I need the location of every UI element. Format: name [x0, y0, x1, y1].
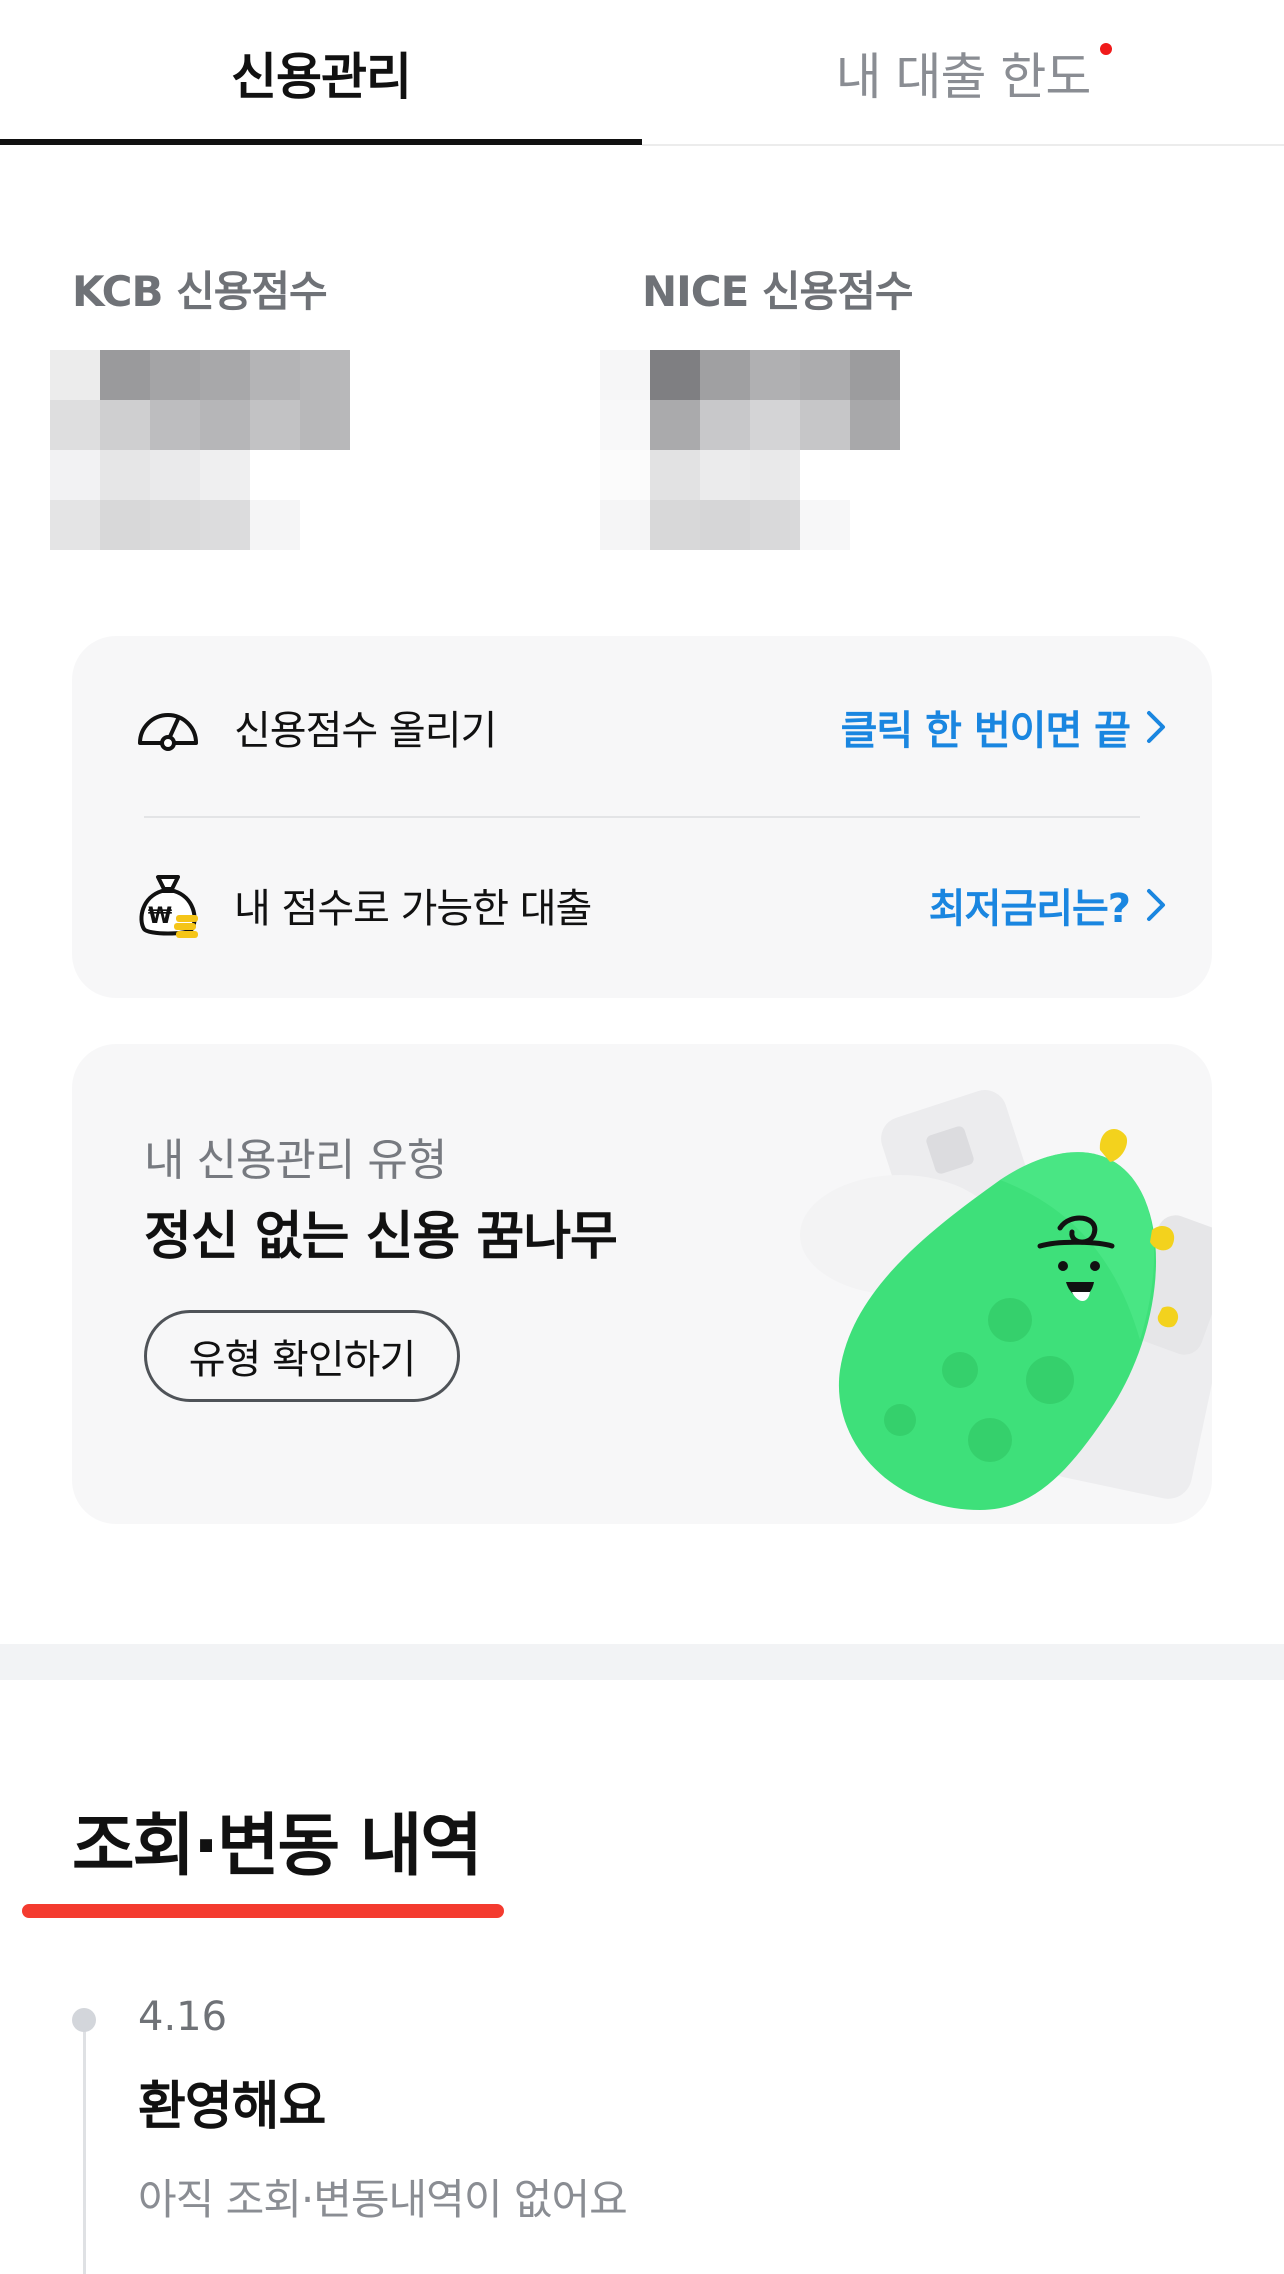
menu-item-link[interactable]: 클릭 한 번이면 끝: [841, 698, 1131, 756]
speedometer-icon: [138, 713, 198, 751]
menu-item-available-loans[interactable]: ₩ 내 점수로 가능한 대출 최저금리는?: [72, 820, 1212, 990]
top-tab-bar: 신용관리 내 대출 한도: [0, 0, 1284, 146]
chevron-right-icon: [1147, 711, 1165, 743]
credit-type-card: 내 신용관리 유형 정신 없는 신용 꿈나무 유형 확인하기: [72, 1044, 1212, 1524]
timeline-line: [83, 2024, 86, 2274]
svg-text:₩: ₩: [148, 904, 172, 929]
section-separator: [0, 1644, 1284, 1680]
menu-item-link[interactable]: 최저금리는?: [929, 876, 1131, 934]
active-tab-indicator: [0, 139, 642, 145]
credit-menu-card: 신용점수 올리기 클릭 한 번이면 끝 ₩ 내 점수로 가능한 대출 최저금리는…: [72, 636, 1212, 998]
tab-credit-management[interactable]: 신용관리: [0, 0, 642, 146]
credit-type-subtitle: 내 신용관리 유형: [144, 1135, 447, 1186]
notification-dot: [1100, 43, 1112, 55]
history-title-underline: [22, 1904, 504, 1918]
nice-score-label: NICE 신용점수: [642, 267, 913, 316]
check-type-button[interactable]: 유형 확인하기: [144, 1310, 460, 1402]
tab-divider: [642, 144, 1284, 146]
chevron-right-icon: [1147, 889, 1165, 921]
money-bag-icon: ₩: [139, 875, 198, 938]
kcb-score-label: KCB 신용점수: [72, 267, 328, 316]
mascot-illustration: [800, 1090, 1212, 1510]
menu-item-raise-score[interactable]: 신용점수 올리기 클릭 한 번이면 끝: [72, 642, 1212, 812]
history-entry-description: 아직 조회·변동내역이 없어요: [138, 2175, 628, 2224]
tab-my-loan-limit[interactable]: 내 대출 한도: [642, 0, 1284, 146]
history-entry-title: 환영해요: [138, 2077, 326, 2137]
menu-item-label: 내 점수로 가능한 대출: [234, 886, 592, 932]
credit-type-title: 정신 없는 신용 꿈나무: [144, 1207, 618, 1267]
history-section-title: 조회·변동 내역: [72, 1807, 483, 1886]
menu-item-label: 신용점수 올리기: [234, 708, 497, 754]
timeline-dot: [72, 2008, 96, 2032]
menu-divider: [144, 816, 1140, 818]
kcb-score-redacted: [50, 350, 350, 560]
nice-score-redacted: [600, 350, 900, 560]
history-entry-date: 4.16: [138, 1994, 228, 2040]
